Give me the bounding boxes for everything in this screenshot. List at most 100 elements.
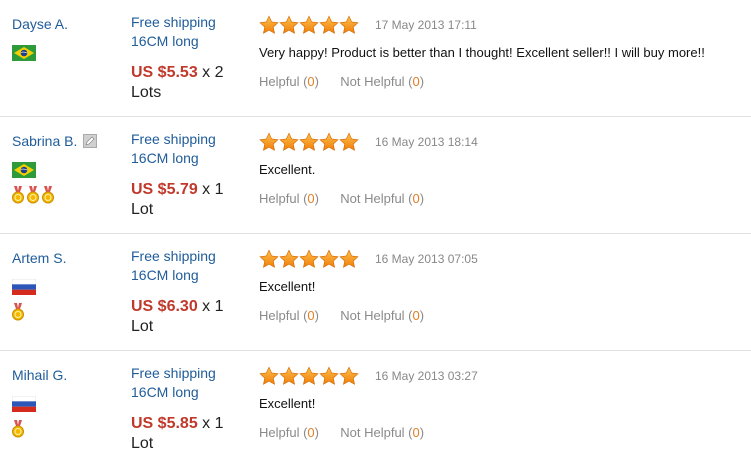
star-icon bbox=[259, 366, 279, 385]
quantity-unit: Lot bbox=[131, 318, 154, 335]
not-helpful-count: 0 bbox=[412, 425, 420, 440]
feedback-content: 17 May 2013 17:11 Very happy! Product is… bbox=[259, 14, 751, 90]
price-line: US $5.53 x 2 Lots bbox=[131, 63, 256, 103]
price-line: US $5.79 x 1 Lot bbox=[131, 180, 256, 220]
buyer-level-medals bbox=[12, 420, 122, 438]
helpful-button[interactable]: Helpful (0) bbox=[259, 308, 319, 323]
buyer-info: Artem S. bbox=[11, 249, 122, 321]
buyer-name-link[interactable]: Dayse A. bbox=[12, 15, 68, 33]
brazil-flag bbox=[12, 162, 36, 178]
medal-icon bbox=[27, 186, 39, 204]
feedback-text: Very happy! Product is better than I tho… bbox=[259, 45, 705, 60]
star-icon bbox=[259, 15, 279, 34]
star-rating bbox=[259, 366, 359, 386]
star-icon bbox=[319, 249, 339, 268]
medal-icon bbox=[12, 420, 24, 438]
star-icon bbox=[339, 15, 359, 34]
star-icon bbox=[259, 132, 279, 151]
star-rating bbox=[259, 132, 359, 152]
feedback-row: Sabrina B. Free shipping 16CM long US $5… bbox=[0, 117, 751, 234]
quantity: x 1 bbox=[197, 181, 224, 198]
unit-price: US $5.85 bbox=[131, 415, 198, 432]
star-icon bbox=[339, 249, 359, 268]
feedback-date: 16 May 2013 07:05 bbox=[375, 252, 478, 266]
feedback-text: Excellent! bbox=[259, 279, 316, 294]
order-info: Free shipping 16CM long US $5.79 x 1 Lot bbox=[131, 130, 256, 220]
helpful-label: Helpful bbox=[259, 74, 300, 89]
helpful-button[interactable]: Helpful (0) bbox=[259, 425, 319, 440]
product-spec: 16CM long bbox=[131, 33, 199, 49]
not-helpful-count: 0 bbox=[412, 308, 420, 323]
star-icon bbox=[299, 366, 319, 385]
feedback-row: Mihail G. Free shipping 16CM long US $5.… bbox=[0, 351, 751, 468]
buyer-name-link[interactable]: Artem S. bbox=[12, 249, 66, 267]
not-helpful-button[interactable]: Not Helpful (0) bbox=[340, 308, 424, 323]
star-icon bbox=[319, 15, 339, 34]
price-line: US $5.85 x 1 Lot bbox=[131, 414, 256, 454]
feedback-row: Artem S. Free shipping 16CM long US $6.3… bbox=[0, 234, 751, 351]
medal-icon bbox=[12, 303, 24, 321]
star-icon bbox=[299, 132, 319, 151]
star-icon bbox=[339, 366, 359, 385]
quantity: x 2 bbox=[197, 64, 224, 81]
helpful-button[interactable]: Helpful (0) bbox=[259, 191, 319, 206]
buyer-level-medals bbox=[12, 186, 122, 204]
quantity: x 1 bbox=[197, 415, 224, 432]
helpful-button[interactable]: Helpful (0) bbox=[259, 74, 319, 89]
price-line: US $6.30 x 1 Lot bbox=[131, 297, 256, 337]
star-icon bbox=[339, 132, 359, 151]
buyer-info: Mihail G. bbox=[11, 366, 122, 438]
star-icon bbox=[319, 366, 339, 385]
buyer-level-medals bbox=[12, 303, 122, 321]
shipping-label: Free shipping bbox=[131, 365, 216, 381]
not-helpful-button[interactable]: Not Helpful (0) bbox=[340, 74, 424, 89]
helpful-label: Helpful bbox=[259, 191, 300, 206]
product-spec: 16CM long bbox=[131, 384, 199, 400]
russia-flag bbox=[11, 278, 37, 296]
feedback-list: Dayse A. Free shipping 16CM long US $5.5… bbox=[0, 0, 751, 468]
star-icon bbox=[279, 366, 299, 385]
feedback-date: 16 May 2013 18:14 bbox=[375, 135, 478, 149]
feedback-text: Excellent. bbox=[259, 162, 316, 177]
buyer-name-link[interactable]: Mihail G. bbox=[12, 366, 67, 384]
star-icon bbox=[259, 249, 279, 268]
russia-flag bbox=[11, 395, 37, 413]
helpful-count: 0 bbox=[307, 308, 315, 323]
star-icon bbox=[279, 249, 299, 268]
buyer-name-link[interactable]: Sabrina B. bbox=[12, 132, 77, 150]
feedback-text: Excellent! bbox=[259, 396, 316, 411]
medal-icon bbox=[42, 186, 54, 204]
medal-icon bbox=[12, 186, 24, 204]
edit-icon bbox=[83, 134, 98, 148]
feedback-date: 17 May 2013 17:11 bbox=[375, 18, 477, 32]
star-icon bbox=[279, 132, 299, 151]
product-spec: 16CM long bbox=[131, 267, 199, 283]
not-helpful-label: Not Helpful bbox=[340, 191, 405, 206]
product-spec: 16CM long bbox=[131, 150, 199, 166]
unit-price: US $6.30 bbox=[131, 298, 198, 315]
star-rating bbox=[259, 249, 359, 269]
not-helpful-button[interactable]: Not Helpful (0) bbox=[340, 191, 424, 206]
feedback-row: Dayse A. Free shipping 16CM long US $5.5… bbox=[0, 0, 751, 117]
helpful-label: Helpful bbox=[259, 308, 300, 323]
quantity-unit: Lot bbox=[131, 201, 154, 218]
not-helpful-button[interactable]: Not Helpful (0) bbox=[340, 425, 424, 440]
order-info: Free shipping 16CM long US $5.85 x 1 Lot bbox=[131, 364, 256, 454]
helpful-count: 0 bbox=[307, 74, 315, 89]
quantity: x 1 bbox=[197, 298, 224, 315]
quantity-unit: Lots bbox=[131, 84, 162, 101]
shipping-label: Free shipping bbox=[131, 14, 216, 30]
shipping-label: Free shipping bbox=[131, 131, 216, 147]
not-helpful-label: Not Helpful bbox=[340, 425, 405, 440]
star-icon bbox=[299, 249, 319, 268]
feedback-date: 16 May 2013 03:27 bbox=[375, 369, 478, 383]
star-icon bbox=[319, 132, 339, 151]
helpful-label: Helpful bbox=[259, 425, 300, 440]
helpful-count: 0 bbox=[307, 191, 315, 206]
buyer-info: Sabrina B. bbox=[12, 132, 122, 204]
not-helpful-label: Not Helpful bbox=[340, 308, 405, 323]
quantity-unit: Lot bbox=[131, 435, 154, 452]
shipping-label: Free shipping bbox=[131, 248, 216, 264]
unit-price: US $5.79 bbox=[131, 181, 198, 198]
brazil-flag bbox=[12, 45, 36, 61]
